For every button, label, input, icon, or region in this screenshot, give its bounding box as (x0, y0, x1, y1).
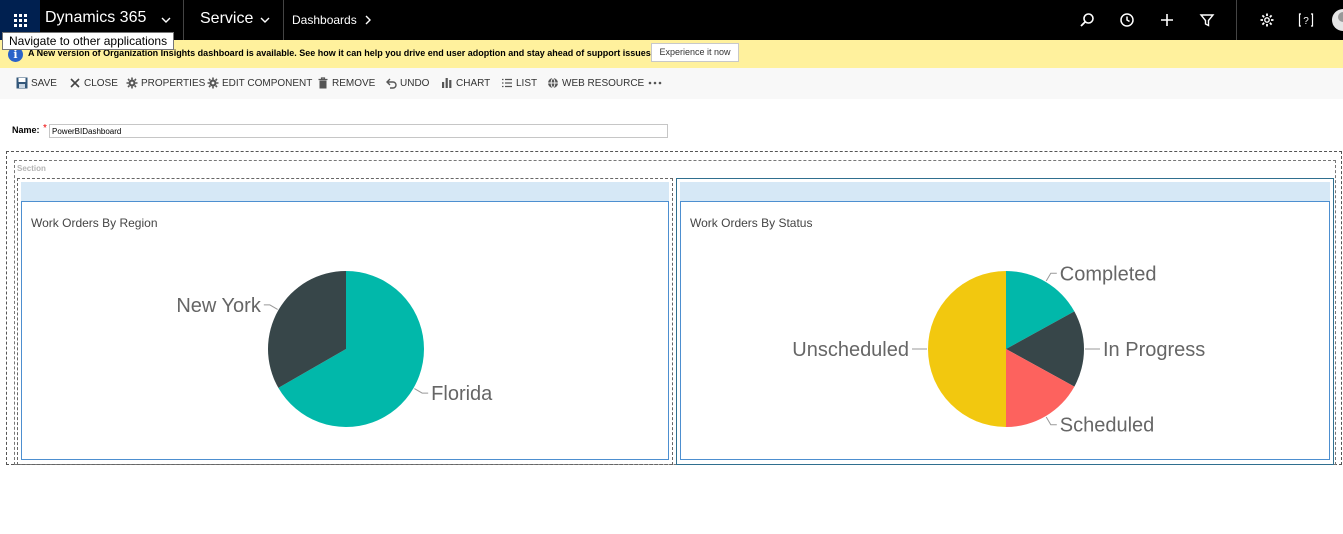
section-label: Section (17, 164, 46, 173)
pie-label-new-york: New York (176, 295, 261, 317)
gear-icon[interactable] (1259, 12, 1275, 28)
undo-label: UNDO (400, 77, 430, 89)
leader-line (1045, 272, 1057, 282)
pie-label-florida: Florida (431, 383, 493, 405)
close-icon (70, 78, 80, 88)
gear-icon (126, 77, 138, 89)
pie-label-scheduled: Scheduled (1060, 415, 1155, 437)
save-button[interactable]: SAVE (16, 76, 57, 90)
more-icon (648, 81, 662, 85)
pie-label-unscheduled: Unscheduled (792, 339, 909, 361)
name-field-label: Name: (12, 125, 40, 135)
bar-chart-icon (442, 78, 452, 88)
app-launcher-tooltip: Navigate to other applications (2, 32, 175, 50)
recent-history-icon[interactable] (1119, 12, 1135, 28)
app-title[interactable]: Dynamics 365 (45, 9, 146, 27)
waffle-icon (13, 13, 27, 27)
chevron-right-icon[interactable] (362, 14, 374, 26)
undo-button[interactable]: UNDO (385, 76, 429, 90)
save-label: SAVE (31, 77, 57, 89)
pie-label-completed: Completed (1060, 263, 1157, 285)
module-selector[interactable]: Service (200, 10, 253, 28)
close-label: CLOSE (84, 77, 118, 89)
nav-divider (1236, 0, 1237, 40)
breadcrumb-dashboards[interactable]: Dashboards (292, 13, 357, 27)
required-indicator: * (43, 123, 47, 134)
remove-button[interactable]: REMOVE (317, 76, 375, 90)
user-avatar[interactable] (1332, 9, 1343, 31)
more-commands-button[interactable] (648, 76, 665, 90)
plus-icon[interactable] (1159, 12, 1175, 28)
pie-slice-unscheduled[interactable] (928, 271, 1006, 427)
web-resource-button[interactable]: WEB RESOURCE (547, 76, 644, 90)
chart-work-orders-by-region[interactable]: Work Orders By Region Florida New York (21, 201, 669, 460)
properties-label: PROPERTIES (141, 77, 206, 89)
leader-line (1045, 416, 1057, 426)
chart-work-orders-by-status[interactable]: Work Orders By Status Completed In Progre… (680, 201, 1330, 460)
chart-label: CHART (456, 77, 491, 89)
globe-icon (548, 77, 558, 89)
pie-chart: Completed In Progress Scheduled Unscheduled (792, 263, 1205, 437)
svg-text:?: ? (1303, 16, 1309, 27)
save-icon (16, 77, 28, 89)
list-icon (502, 78, 512, 88)
chevron-down-icon[interactable] (160, 14, 172, 26)
properties-button[interactable]: PROPERTIES (126, 76, 205, 90)
edit-component-label: EDIT COMPONENT (222, 77, 313, 89)
experience-it-now-button[interactable]: Experience it now (651, 43, 739, 62)
remove-label: REMOVE (332, 77, 376, 89)
component-header[interactable] (680, 182, 1330, 201)
list-button[interactable]: LIST (501, 76, 537, 90)
nav-divider (283, 0, 284, 40)
trash-icon (318, 77, 328, 89)
command-bar: SAVE CLOSE PROPERTIES EDIT COMPONENT REM… (0, 68, 1343, 99)
close-button[interactable]: CLOSE (69, 76, 118, 90)
filter-icon[interactable] (1199, 12, 1215, 28)
web-resource-label: WEB RESOURCE (562, 77, 645, 89)
leader-line (263, 304, 278, 310)
list-label: LIST (516, 77, 538, 89)
name-input[interactable] (49, 124, 668, 138)
undo-icon (386, 78, 397, 89)
component-header[interactable] (21, 182, 669, 201)
top-navigation-bar: Dynamics 365 Service Dashboards ? (0, 0, 1343, 40)
pie-label-in-progress: In Progress (1103, 339, 1205, 361)
gear-icon (207, 77, 219, 89)
edit-component-button[interactable]: EDIT COMPONENT (207, 76, 312, 90)
nav-divider (183, 0, 184, 40)
pie-chart: Florida New York (176, 271, 493, 427)
help-icon[interactable]: ? (1298, 12, 1314, 28)
chevron-down-icon[interactable] (259, 14, 271, 26)
search-icon[interactable] (1079, 12, 1095, 28)
leader-line (414, 388, 429, 394)
chart-button[interactable]: CHART (441, 76, 490, 90)
